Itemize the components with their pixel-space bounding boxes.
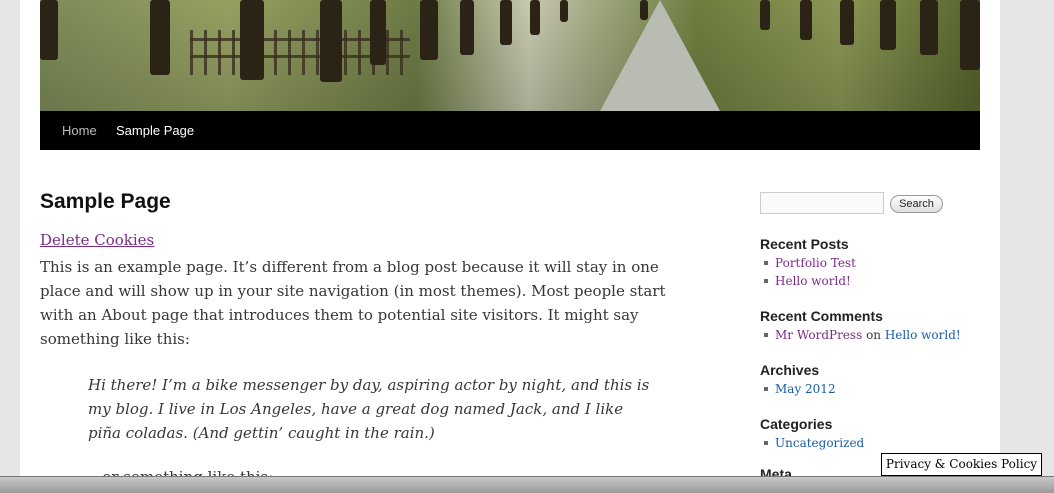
bullet-icon <box>764 440 768 445</box>
page-paragraph: This is an example page. It’s different … <box>40 258 666 348</box>
categories-title: Categories <box>760 416 833 432</box>
list-item: Portfolio Test <box>764 255 856 271</box>
comment-post-link[interactable]: Hello world! <box>885 328 961 342</box>
search-button[interactable]: Search <box>890 195 943 213</box>
search-input[interactable] <box>760 192 884 214</box>
bullet-icon <box>764 278 768 283</box>
list-item: Mr WordPress on Hello world! <box>764 327 961 343</box>
comment-author-link[interactable]: Mr WordPress <box>775 328 862 342</box>
bullet-icon <box>764 332 768 337</box>
delete-cookies-link[interactable]: Delete Cookies <box>40 231 154 249</box>
list-item: Uncategorized <box>764 435 864 451</box>
page-title: Sample Page <box>40 190 171 213</box>
comment-connector: on <box>866 328 882 342</box>
nav-item-sample-page[interactable]: Sample Page <box>116 111 194 150</box>
archives-title: Archives <box>760 362 820 378</box>
meta-title: Meta <box>760 466 792 476</box>
list-item: May 2012 <box>764 381 836 397</box>
category-link[interactable]: Uncategorized <box>775 436 864 450</box>
main-navigation: Home Sample Page <box>40 111 980 150</box>
header-image <box>40 0 980 111</box>
page-quote: Hi there! I’m a bike messenger by day, a… <box>88 376 650 442</box>
recent-post-link[interactable]: Hello world! <box>775 274 851 288</box>
recent-post-link[interactable]: Portfolio Test <box>775 256 856 270</box>
bottom-scrollbar[interactable] <box>0 476 1054 493</box>
privacy-cookies-button[interactable]: Privacy & Cookies Policy <box>881 453 1042 476</box>
list-item: Hello world! <box>764 273 851 289</box>
recent-posts-title: Recent Posts <box>760 236 849 252</box>
recent-comments-title: Recent Comments <box>760 308 883 324</box>
bullet-icon <box>764 260 768 265</box>
archive-link[interactable]: May 2012 <box>775 382 836 396</box>
nav-item-home[interactable]: Home <box>62 111 97 150</box>
bullet-icon <box>764 386 768 391</box>
